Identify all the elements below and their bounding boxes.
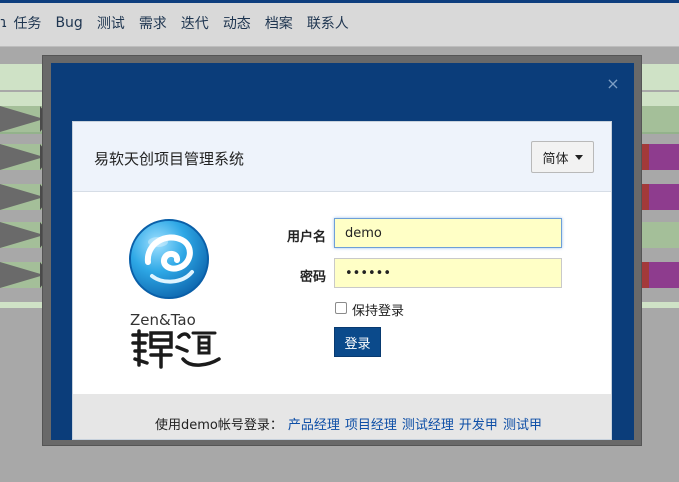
password-input[interactable]	[334, 258, 562, 288]
demo-link-test-manager[interactable]: 测试经理	[402, 418, 454, 433]
system-title: 易软天创项目管理系统	[94, 150, 245, 168]
demo-link-product-manager[interactable]: 产品经理	[288, 418, 340, 433]
nav-item-contacts[interactable]: 联系人	[307, 13, 349, 33]
nav-item-test[interactable]: 测试	[97, 13, 125, 33]
row-chevron-icon	[0, 222, 44, 248]
row-chevron-icon	[0, 106, 44, 132]
language-label: 简体	[542, 151, 569, 167]
username-input[interactable]	[334, 218, 562, 248]
username-label: 用户名	[287, 230, 327, 245]
caret-down-icon	[574, 154, 583, 160]
main-nav: ɿ 任务 Bug 测试 需求 迭代 动态 档案 联系人	[0, 12, 363, 34]
zentao-logo-icon	[128, 218, 210, 300]
nav-item-iteration[interactable]: 迭代	[181, 13, 209, 33]
login-button[interactable]: 登录	[334, 327, 381, 357]
language-select-button[interactable]: 简体	[531, 141, 594, 173]
brand-wordmark: Zen&Tao	[130, 311, 196, 329]
demo-accounts-prefix: 使用demo帐号登录：	[155, 418, 283, 433]
close-icon[interactable]: ×	[605, 76, 621, 92]
nav-edge-glyph: ɿ	[0, 15, 8, 31]
row-chevron-icon	[0, 144, 44, 170]
password-label: 密码	[300, 270, 327, 285]
login-header: 易软天创项目管理系统 简体	[73, 122, 611, 192]
row-chevron-icon	[0, 262, 44, 288]
remember-label[interactable]: 保持登录	[352, 300, 404, 319]
remember-checkbox[interactable]	[335, 302, 347, 314]
nav-item-task[interactable]: 任务	[13, 13, 41, 33]
nav-item-archive[interactable]: 档案	[265, 13, 293, 33]
login-card: 易软天创项目管理系统 简体 Zen&Tao 用户名 demo 密码 ••••••…	[72, 121, 612, 440]
demo-accounts-line: 使用demo帐号登录： 产品经理 项目经理 测试经理 开发甲 测试甲	[155, 414, 542, 433]
row-chevron-icon	[0, 184, 44, 210]
nav-item-story[interactable]: 需求	[139, 13, 167, 33]
brand-calligraphy-logo	[129, 329, 221, 369]
demo-accounts-footer: 使用demo帐号登录： 产品经理 项目经理 测试经理 开发甲 测试甲	[73, 394, 611, 439]
nav-item-dynamic[interactable]: 动态	[223, 13, 251, 33]
top-navbar: ɿ 任务 Bug 测试 需求 迭代 动态 档案 联系人	[0, 0, 679, 47]
nav-item-bug[interactable]: Bug	[55, 15, 82, 31]
navbar-accent-strip	[0, 0, 679, 3]
demo-link-developer[interactable]: 开发甲	[459, 418, 498, 433]
demo-link-project-manager[interactable]: 项目经理	[345, 418, 397, 433]
demo-link-tester[interactable]: 测试甲	[503, 418, 542, 433]
